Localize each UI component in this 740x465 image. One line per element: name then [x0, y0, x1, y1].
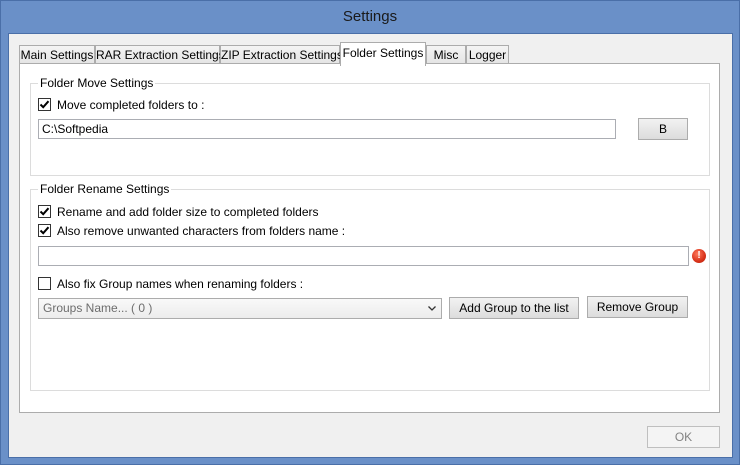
remove-group-button[interactable]: Remove Group [587, 296, 688, 318]
groups-name-value: Groups Name... ( 0 ) [43, 301, 153, 315]
ok-button[interactable]: OK [647, 426, 720, 448]
folder-move-group-title: Folder Move Settings [38, 76, 156, 90]
chevron-down-icon [428, 306, 436, 311]
remove-chars-label: Also remove unwanted characters from fol… [57, 224, 346, 238]
remove-chars-checkbox[interactable] [38, 224, 51, 237]
checkmark-icon [39, 207, 50, 216]
move-completed-row[interactable]: Move completed folders to : [38, 97, 338, 113]
move-completed-checkbox[interactable] [38, 98, 51, 111]
settings-window: Settings Main Settings RAR Extraction Se… [0, 0, 740, 465]
add-group-button[interactable]: Add Group to the list [449, 297, 579, 319]
move-path-input[interactable]: C:\Softpedia [38, 119, 616, 139]
browse-button[interactable]: B [638, 118, 688, 140]
fix-groups-label: Also fix Group names when renaming folde… [57, 277, 304, 291]
remove-chars-row[interactable]: Also remove unwanted characters from fol… [38, 223, 438, 239]
groups-name-dropdown[interactable]: Groups Name... ( 0 ) [38, 298, 442, 319]
rename-add-size-row[interactable]: Rename and add folder size to completed … [38, 204, 438, 220]
rename-add-size-checkbox[interactable] [38, 205, 51, 218]
checkmark-icon [39, 226, 50, 235]
tab-logger[interactable]: Logger [466, 45, 509, 65]
rename-add-size-label: Rename and add folder size to completed … [57, 205, 319, 219]
tab-misc[interactable]: Misc [426, 45, 466, 65]
unwanted-chars-input[interactable] [38, 246, 689, 266]
folder-settings-panel: Folder Move Settings Move completed fold… [19, 63, 720, 413]
folder-rename-group-title: Folder Rename Settings [38, 182, 172, 196]
checkmark-icon [39, 100, 50, 109]
tab-zip-extraction-settings[interactable]: ZIP Extraction Settings [220, 45, 343, 65]
folder-rename-group: Folder Rename Settings Rename and add fo… [30, 182, 710, 391]
fix-groups-row[interactable]: Also fix Group names when renaming folde… [38, 276, 438, 292]
dialog-client-area: Main Settings RAR Extraction Settings ZI… [8, 33, 733, 458]
window-title: Settings [342, 8, 398, 25]
tab-main-settings[interactable]: Main Settings [19, 45, 95, 65]
folder-move-group: Folder Move Settings Move completed fold… [30, 76, 710, 176]
tab-folder-settings[interactable]: Folder Settings [340, 42, 426, 66]
move-completed-label: Move completed folders to : [57, 98, 205, 112]
tab-rar-extraction-settings[interactable]: RAR Extraction Settings [95, 45, 225, 65]
error-icon: ! [692, 249, 706, 263]
fix-groups-checkbox[interactable] [38, 277, 51, 290]
